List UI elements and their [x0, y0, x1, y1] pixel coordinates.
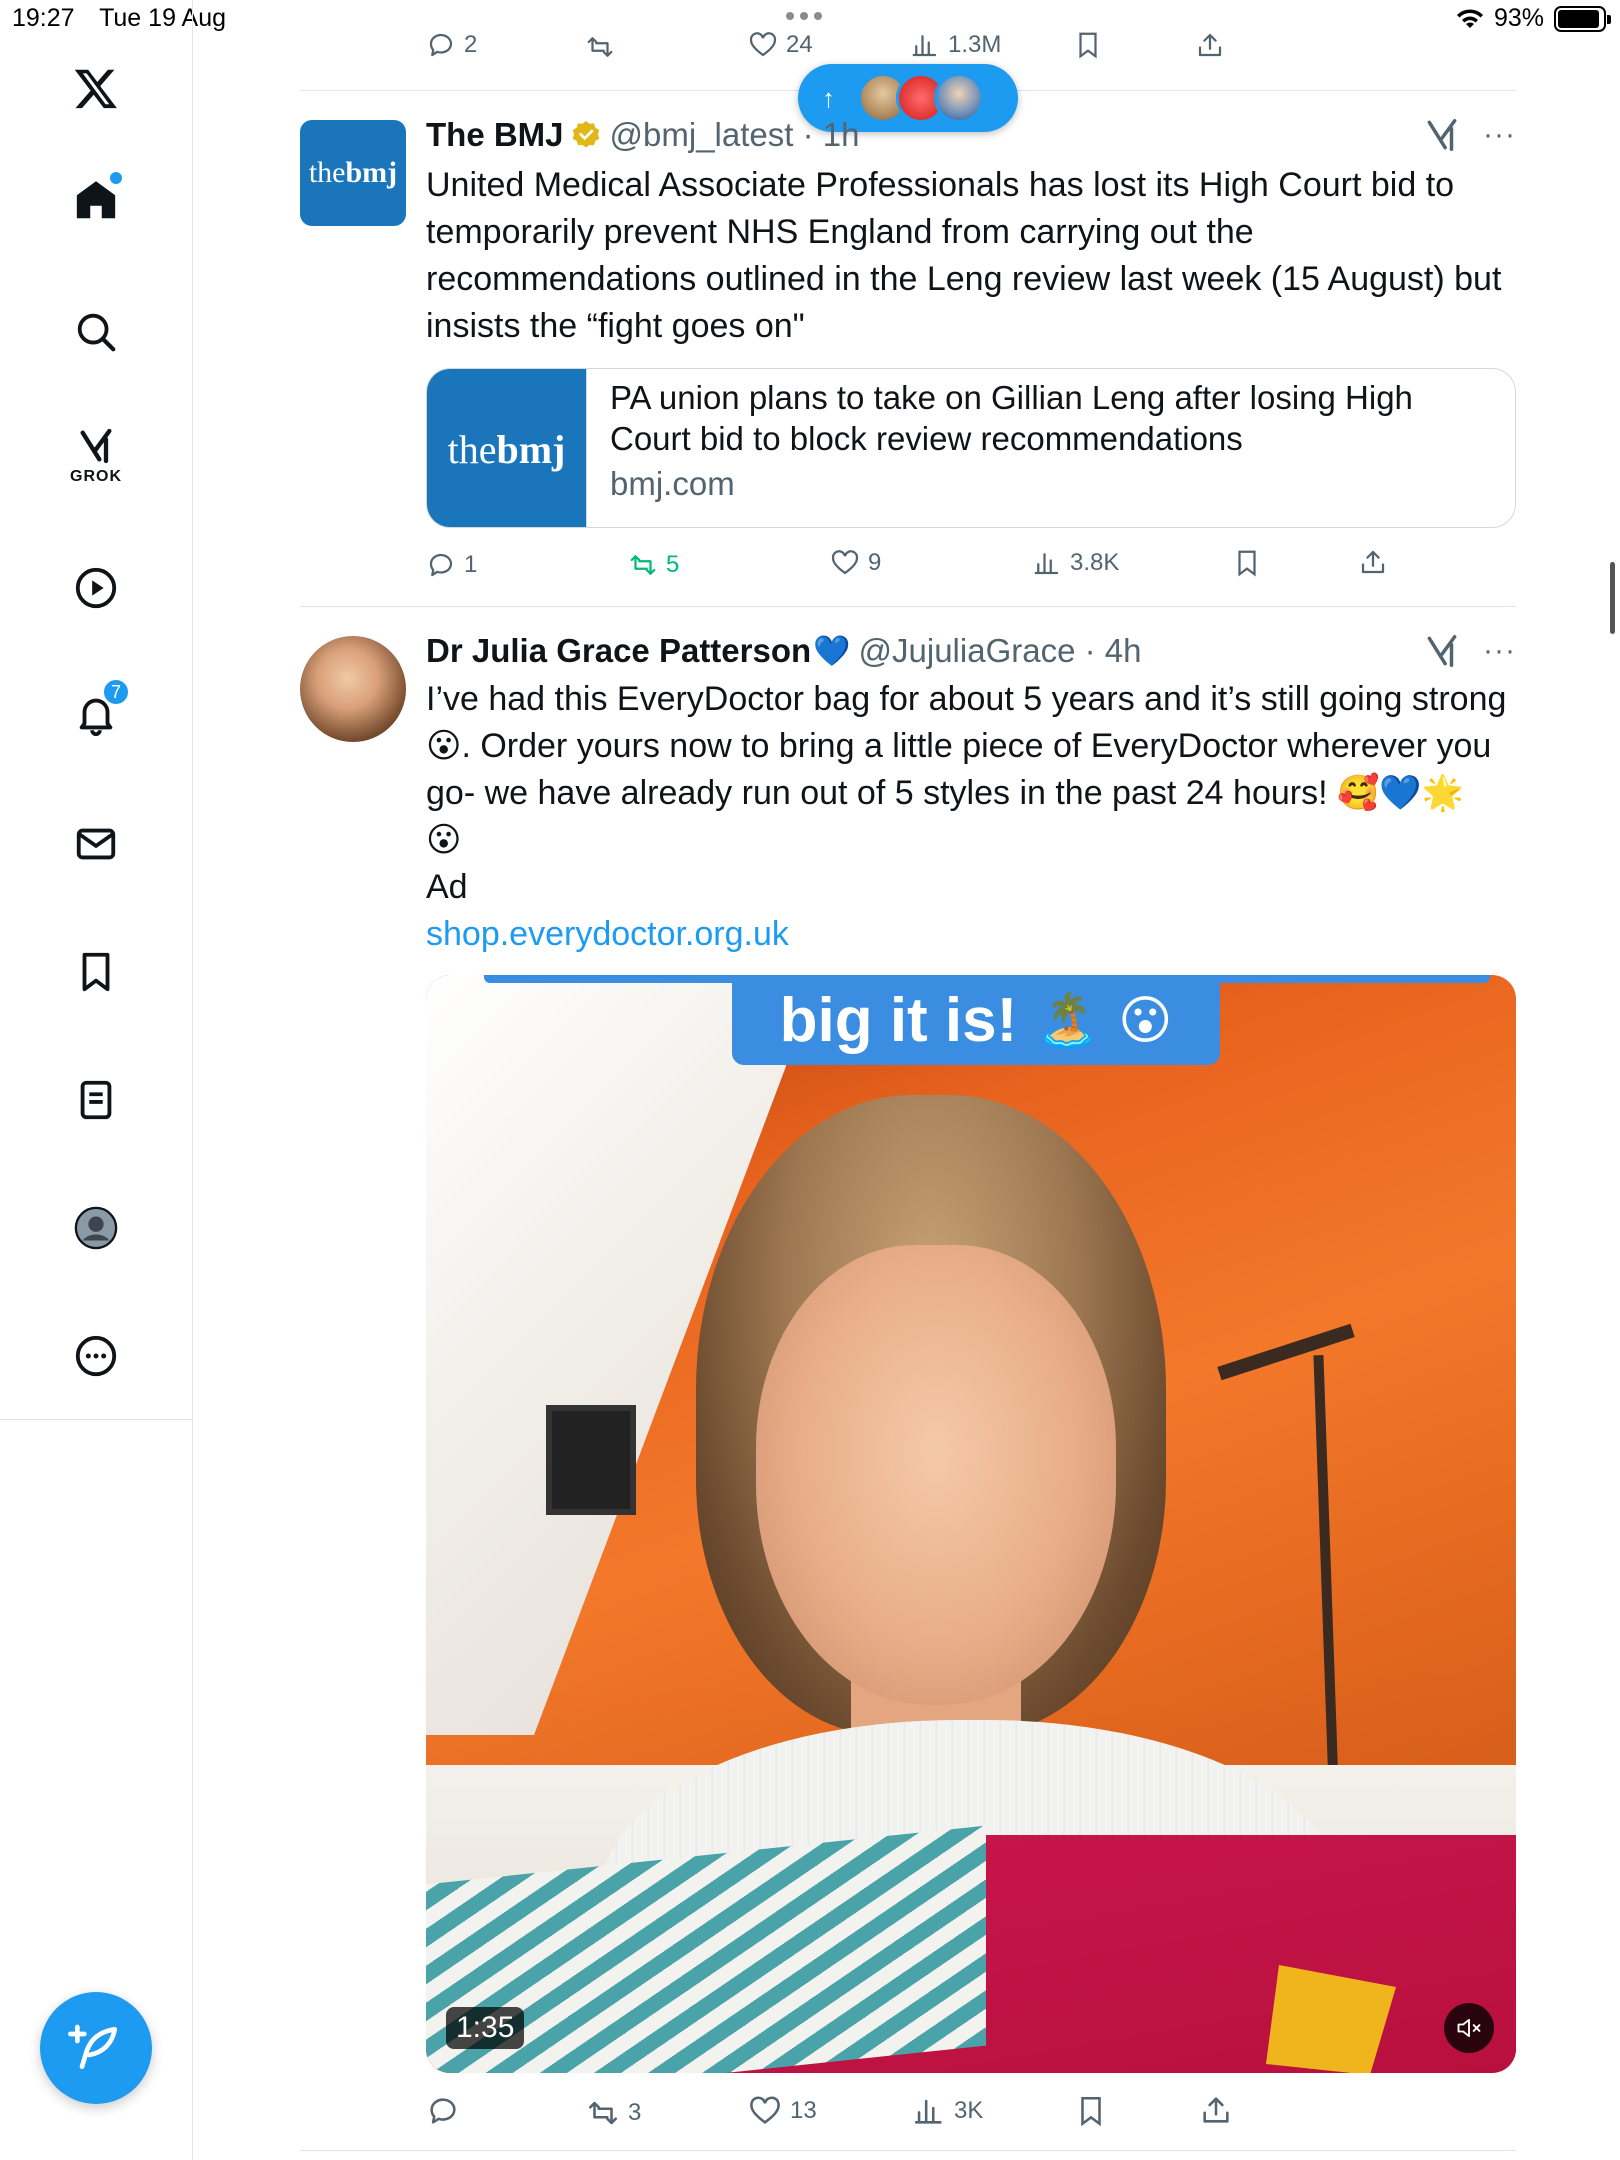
reply-button[interactable]: 1 [426, 550, 477, 580]
mute-toggle-button[interactable] [1444, 2003, 1494, 2053]
grok-icon[interactable] [1423, 632, 1461, 670]
more-options-icon[interactable]: ··· [1483, 118, 1516, 152]
video-player[interactable]: big it is! 🏝️ 😮 1:35 [426, 975, 1516, 2073]
avatar[interactable] [300, 636, 406, 742]
link-card[interactable]: the bmj PA union plans to take on Gillian… [426, 368, 1516, 528]
views-chart-icon [914, 2099, 942, 2124]
notifications-bell-icon[interactable]: 7 [56, 674, 136, 754]
like-button[interactable]: 9 [830, 548, 881, 578]
tweet-header: The BMJ @bmj_latest · 1h [426, 116, 859, 154]
retweet-button[interactable]: 3 [586, 2096, 641, 2130]
tweet-text: I’ve had this EveryDoctor bag for about … [426, 676, 1516, 958]
video-play-icon[interactable] [56, 548, 136, 628]
tweet-top-actions: ··· [1423, 632, 1516, 670]
card-domain: bmj.com [610, 465, 735, 502]
display-name[interactable]: Dr Julia Grace Patterson [426, 632, 811, 670]
bookmark-icon [1079, 32, 1097, 59]
messages-envelope-icon[interactable] [56, 804, 136, 884]
heart-icon [750, 2096, 780, 2124]
bookmark-button[interactable] [1074, 2094, 1108, 2128]
status-bar-right: 93% [1456, 4, 1611, 33]
display-name[interactable]: The BMJ [426, 116, 564, 154]
retweet-button[interactable]: 5 [628, 550, 679, 580]
reply-button[interactable]: 2 [426, 30, 477, 60]
tweet-top-actions: ··· [1423, 116, 1516, 154]
reply-button[interactable] [426, 2094, 468, 2128]
blue-heart-emoji: 💙 [813, 633, 851, 669]
views-button[interactable]: 1.3M [910, 30, 1001, 60]
share-icon [1198, 33, 1222, 57]
lists-icon[interactable] [56, 1060, 136, 1140]
like-button[interactable]: 24 [748, 30, 813, 60]
card-title: PA union plans to take on Gillian Leng a… [610, 379, 1413, 457]
views-chart-icon [912, 35, 937, 57]
views-button[interactable]: 3.8K [1032, 548, 1119, 578]
reply-icon [429, 33, 453, 57]
handle[interactable]: @JujuliaGrace · 4h [859, 632, 1142, 670]
tweet-divider [300, 2150, 1516, 2151]
home-new-dot [110, 172, 122, 184]
share-button[interactable] [1199, 2093, 1233, 2127]
share-button[interactable] [1358, 547, 1388, 577]
views-chart-icon [1034, 553, 1059, 575]
heart-icon [831, 550, 859, 575]
handle[interactable]: @bmj_latest · 1h [610, 116, 860, 154]
reply-icon [429, 553, 453, 577]
video-duration: 1:35 [446, 2007, 525, 2049]
bookmark-button[interactable] [1073, 30, 1103, 60]
video-caption: big it is! 🏝️ 😮 [732, 975, 1220, 1065]
compose-post-button[interactable] [40, 1992, 152, 2104]
battery-icon [1554, 5, 1611, 32]
arrow-up-icon: ↑ [822, 82, 835, 113]
bookmark-icon [1238, 550, 1256, 577]
search-icon[interactable] [56, 292, 136, 372]
retweet-button[interactable] [585, 32, 615, 62]
notifications-badge: 7 [102, 678, 130, 706]
home-icon[interactable] [56, 160, 136, 240]
sidebar-divider [192, 1420, 193, 2160]
feather-plus-icon [68, 2024, 117, 2069]
views-button[interactable]: 3K [912, 2094, 983, 2128]
grok-icon[interactable] [1423, 116, 1461, 154]
tweet-julia[interactable]: Dr Julia Grace Patterson 💙 @JujuliaGrace… [300, 632, 1516, 2073]
scrollbar[interactable] [1610, 562, 1615, 634]
retweet-icon [630, 555, 656, 575]
heart-icon [749, 32, 777, 57]
more-options-icon[interactable]: ··· [1483, 634, 1516, 668]
grok-icon[interactable]: GROK [56, 416, 136, 496]
tweet-bmj[interactable]: the bmj The BMJ @bmj_latest · 1h ··· Unit… [300, 116, 1516, 586]
reply-icon [430, 2098, 456, 2124]
battery-percent: 93% [1493, 4, 1544, 32]
retweet-icon [588, 2101, 618, 2125]
bookmark-icon [1081, 2096, 1101, 2127]
grok-label: GROK [70, 468, 122, 485]
wifi-icon [1456, 8, 1483, 28]
bookmark-button[interactable] [1232, 548, 1262, 578]
share-icon [1361, 550, 1385, 574]
retweet-icon [587, 37, 613, 57]
verified-badge-icon [572, 121, 599, 148]
tweet-divider [300, 606, 1516, 607]
share-icon [1203, 2097, 1229, 2123]
sidebar-nav: GROK 7 [0, 0, 193, 1420]
like-button[interactable]: 13 [748, 2094, 817, 2128]
x-logo-icon[interactable] [56, 48, 136, 128]
tweet-header: Dr Julia Grace Patterson 💙 @JujuliaGrace… [426, 632, 1141, 670]
profile-avatar-icon[interactable] [56, 1188, 136, 1268]
share-button[interactable] [1195, 30, 1225, 60]
avatar[interactable]: the bmj [300, 120, 406, 226]
bookmarks-icon[interactable] [56, 932, 136, 1012]
multitasking-dots[interactable] [786, 12, 822, 20]
tweet-text: United Medical Associate Professionals h… [426, 166, 1502, 345]
shop-link[interactable]: shop.everydoctor.org.uk [426, 911, 1516, 958]
ad-label: Ad [426, 868, 468, 906]
more-options-icon[interactable] [56, 1316, 136, 1396]
card-thumbnail: the bmj [427, 369, 587, 527]
speaker-muted-icon [1457, 2018, 1481, 2038]
